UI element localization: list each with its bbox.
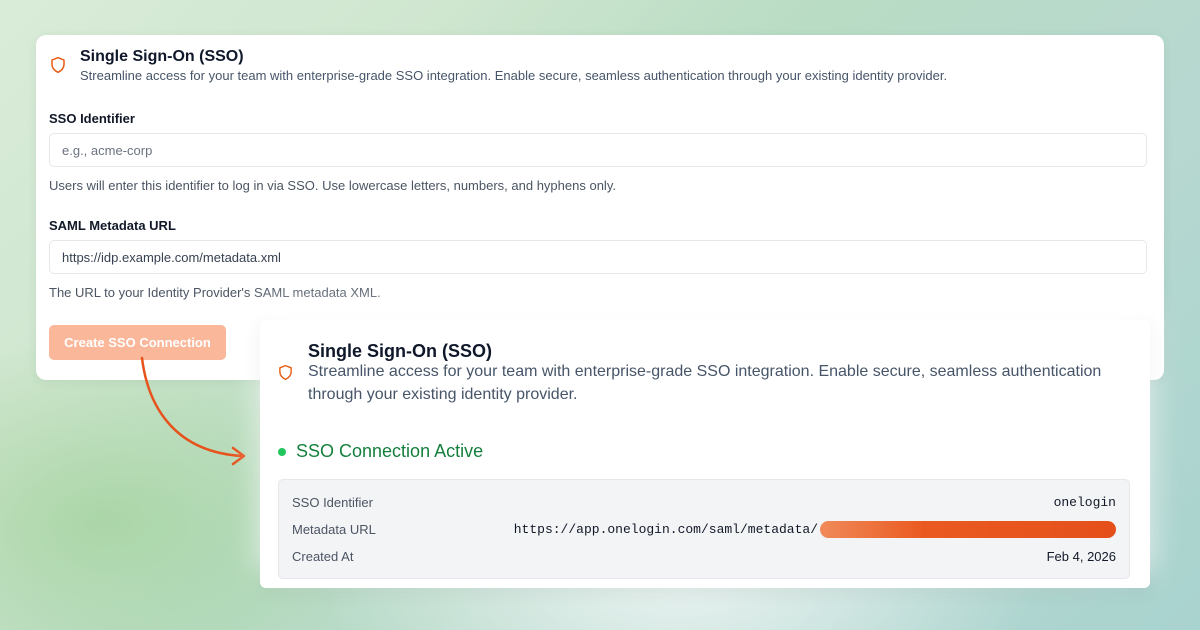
sso-identifier-help: Users will enter this identifier to log … xyxy=(49,178,616,193)
detail-label: Metadata URL xyxy=(292,521,376,537)
sso-result-description: Streamline access for your team with ent… xyxy=(308,363,1102,403)
redaction-bar xyxy=(820,520,1116,538)
metadata-url-label: SAML Metadata URL xyxy=(49,218,176,233)
sso-result-card: Single Sign-On (SSO) Streamline access f… xyxy=(260,320,1150,588)
detail-row-sso-identifier: SSO Identifier onelogin xyxy=(292,492,1116,512)
sso-result-title: Single Sign-On (SSO) xyxy=(308,341,492,361)
status-indicator: SSO Connection Active xyxy=(278,441,483,462)
metadata-url-value-wrap: https://app.onelogin.com/saml/metadata/ xyxy=(513,520,1116,538)
created-at-value: Feb 4, 2026 xyxy=(1046,548,1116,564)
shield-icon xyxy=(51,56,65,74)
curved-arrow-icon xyxy=(140,356,246,466)
metadata-url-help: The URL to your Identity Provider's SAML… xyxy=(49,285,381,300)
detail-row-created-at: Created At Feb 4, 2026 xyxy=(292,546,1116,566)
metadata-url-value: https://app.onelogin.com/saml/metadata/ xyxy=(513,521,818,537)
detail-label: Created At xyxy=(292,548,354,564)
status-text: SSO Connection Active xyxy=(296,441,484,461)
sso-form-title: Single Sign-On (SSO) xyxy=(80,48,244,65)
detail-label: SSO Identifier xyxy=(292,494,373,510)
sso-identifier-input[interactable] xyxy=(49,133,1147,167)
status-dot xyxy=(278,447,286,456)
sso-form-description: Streamline access for your team with ent… xyxy=(80,68,948,83)
sso-form-header: Single Sign-On (SSO) Streamline access f… xyxy=(50,47,947,85)
sso-identifier-label: SSO Identifier xyxy=(49,111,135,126)
detail-row-metadata-url: Metadata URL https://app.onelogin.com/sa… xyxy=(292,519,1116,539)
metadata-url-input[interactable] xyxy=(49,240,1147,274)
shield-icon xyxy=(279,364,292,381)
sso-identifier-value: onelogin xyxy=(1053,494,1116,510)
connection-details-panel: SSO Identifier onelogin Metadata URL htt… xyxy=(278,479,1130,579)
